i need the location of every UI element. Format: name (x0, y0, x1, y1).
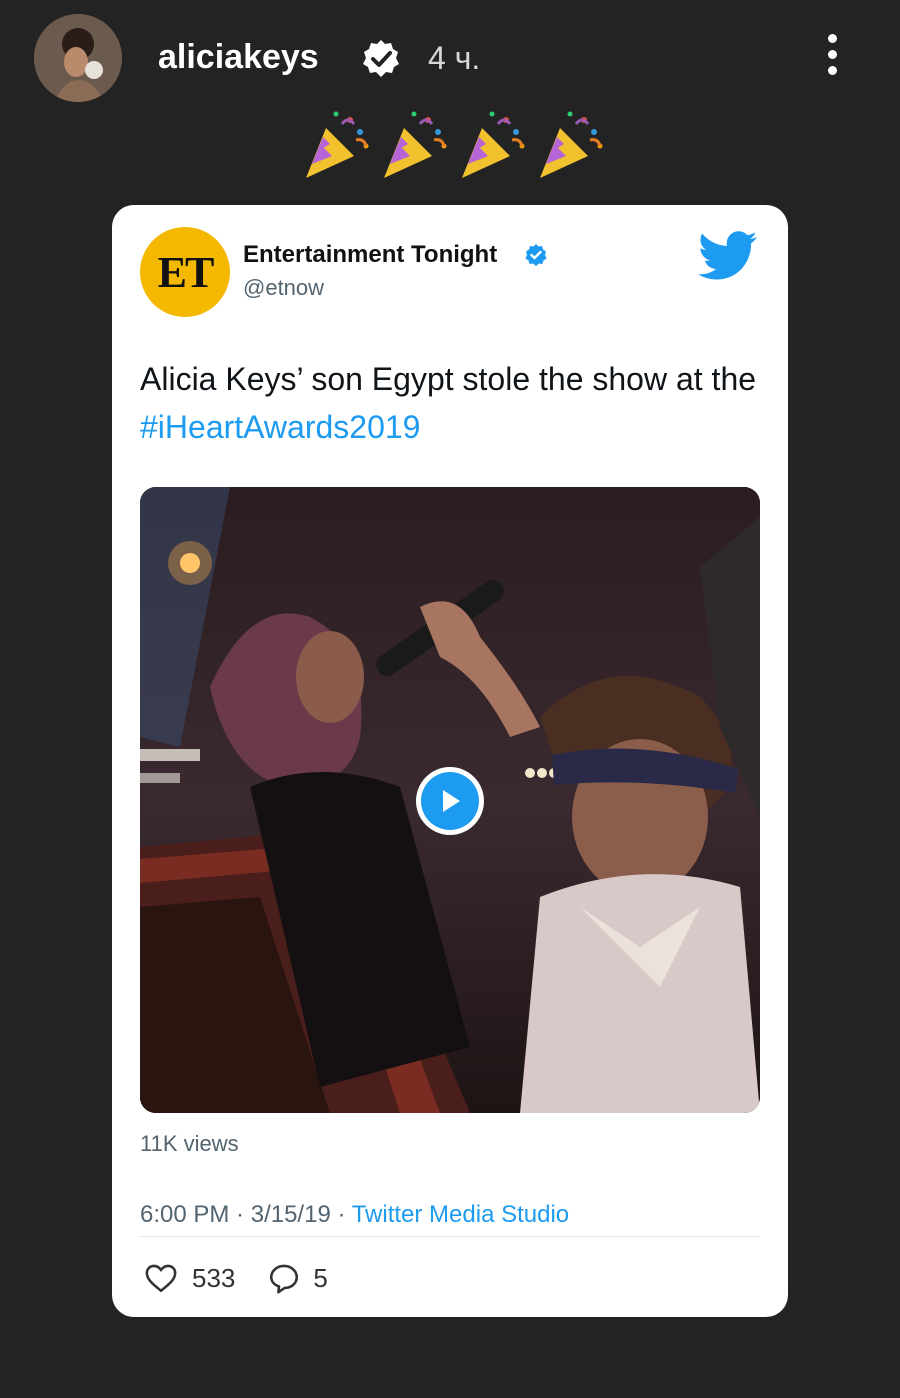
tweet-text-body: Alicia Keys’ son Egypt stole the show at… (140, 361, 757, 397)
story-time-ago: 4 ч. (428, 40, 481, 76)
verified-badge-icon (363, 40, 399, 77)
reply-icon[interactable] (267, 1261, 301, 1295)
party-popper-icon (384, 111, 447, 178)
verified-badge-icon (525, 244, 547, 266)
party-popper-icon (306, 111, 369, 178)
avatar-image (34, 14, 122, 102)
more-options-icon[interactable] (818, 34, 846, 84)
story-username[interactable]: aliciakeys (158, 38, 319, 77)
divider (140, 1236, 760, 1237)
account-handle[interactable]: @etnow (243, 275, 324, 301)
hashtag-link[interactable]: #iHeartAwards2019 (140, 409, 420, 445)
party-stickers (300, 106, 612, 182)
tweet-text: Alicia Keys’ son Egypt stole the show at… (140, 355, 760, 451)
tweet-actions: 533 5 (144, 1260, 328, 1296)
view-count: 11K views (140, 1131, 239, 1156)
heart-icon[interactable] (144, 1261, 178, 1295)
tweet-card[interactable]: ET Entertainment Tonight @etnow Alicia K… (112, 205, 788, 1317)
tweet-source[interactable]: Twitter Media Studio (352, 1201, 569, 1228)
tweet-time[interactable]: 6:00 PM (140, 1201, 229, 1228)
like-count: 533 (192, 1262, 236, 1293)
account-name[interactable]: Entertainment Tonight (243, 241, 497, 269)
account-avatar[interactable]: ET (140, 227, 230, 317)
story-header: aliciakeys 4 ч. (0, 0, 900, 120)
avatar[interactable] (34, 14, 122, 102)
tweet-meta: 6:00 PM · 3/15/19 · Twitter Media Studio (140, 1201, 570, 1228)
reply-count: 5 (313, 1262, 328, 1293)
play-button[interactable] (416, 767, 484, 835)
play-icon (421, 772, 479, 830)
tweet-video[interactable] (140, 487, 760, 1113)
twitter-bird-icon[interactable] (698, 231, 758, 281)
party-popper-icon (540, 111, 603, 178)
tweet-date[interactable]: 3/15/19 (251, 1201, 331, 1228)
party-popper-icon (462, 111, 525, 178)
